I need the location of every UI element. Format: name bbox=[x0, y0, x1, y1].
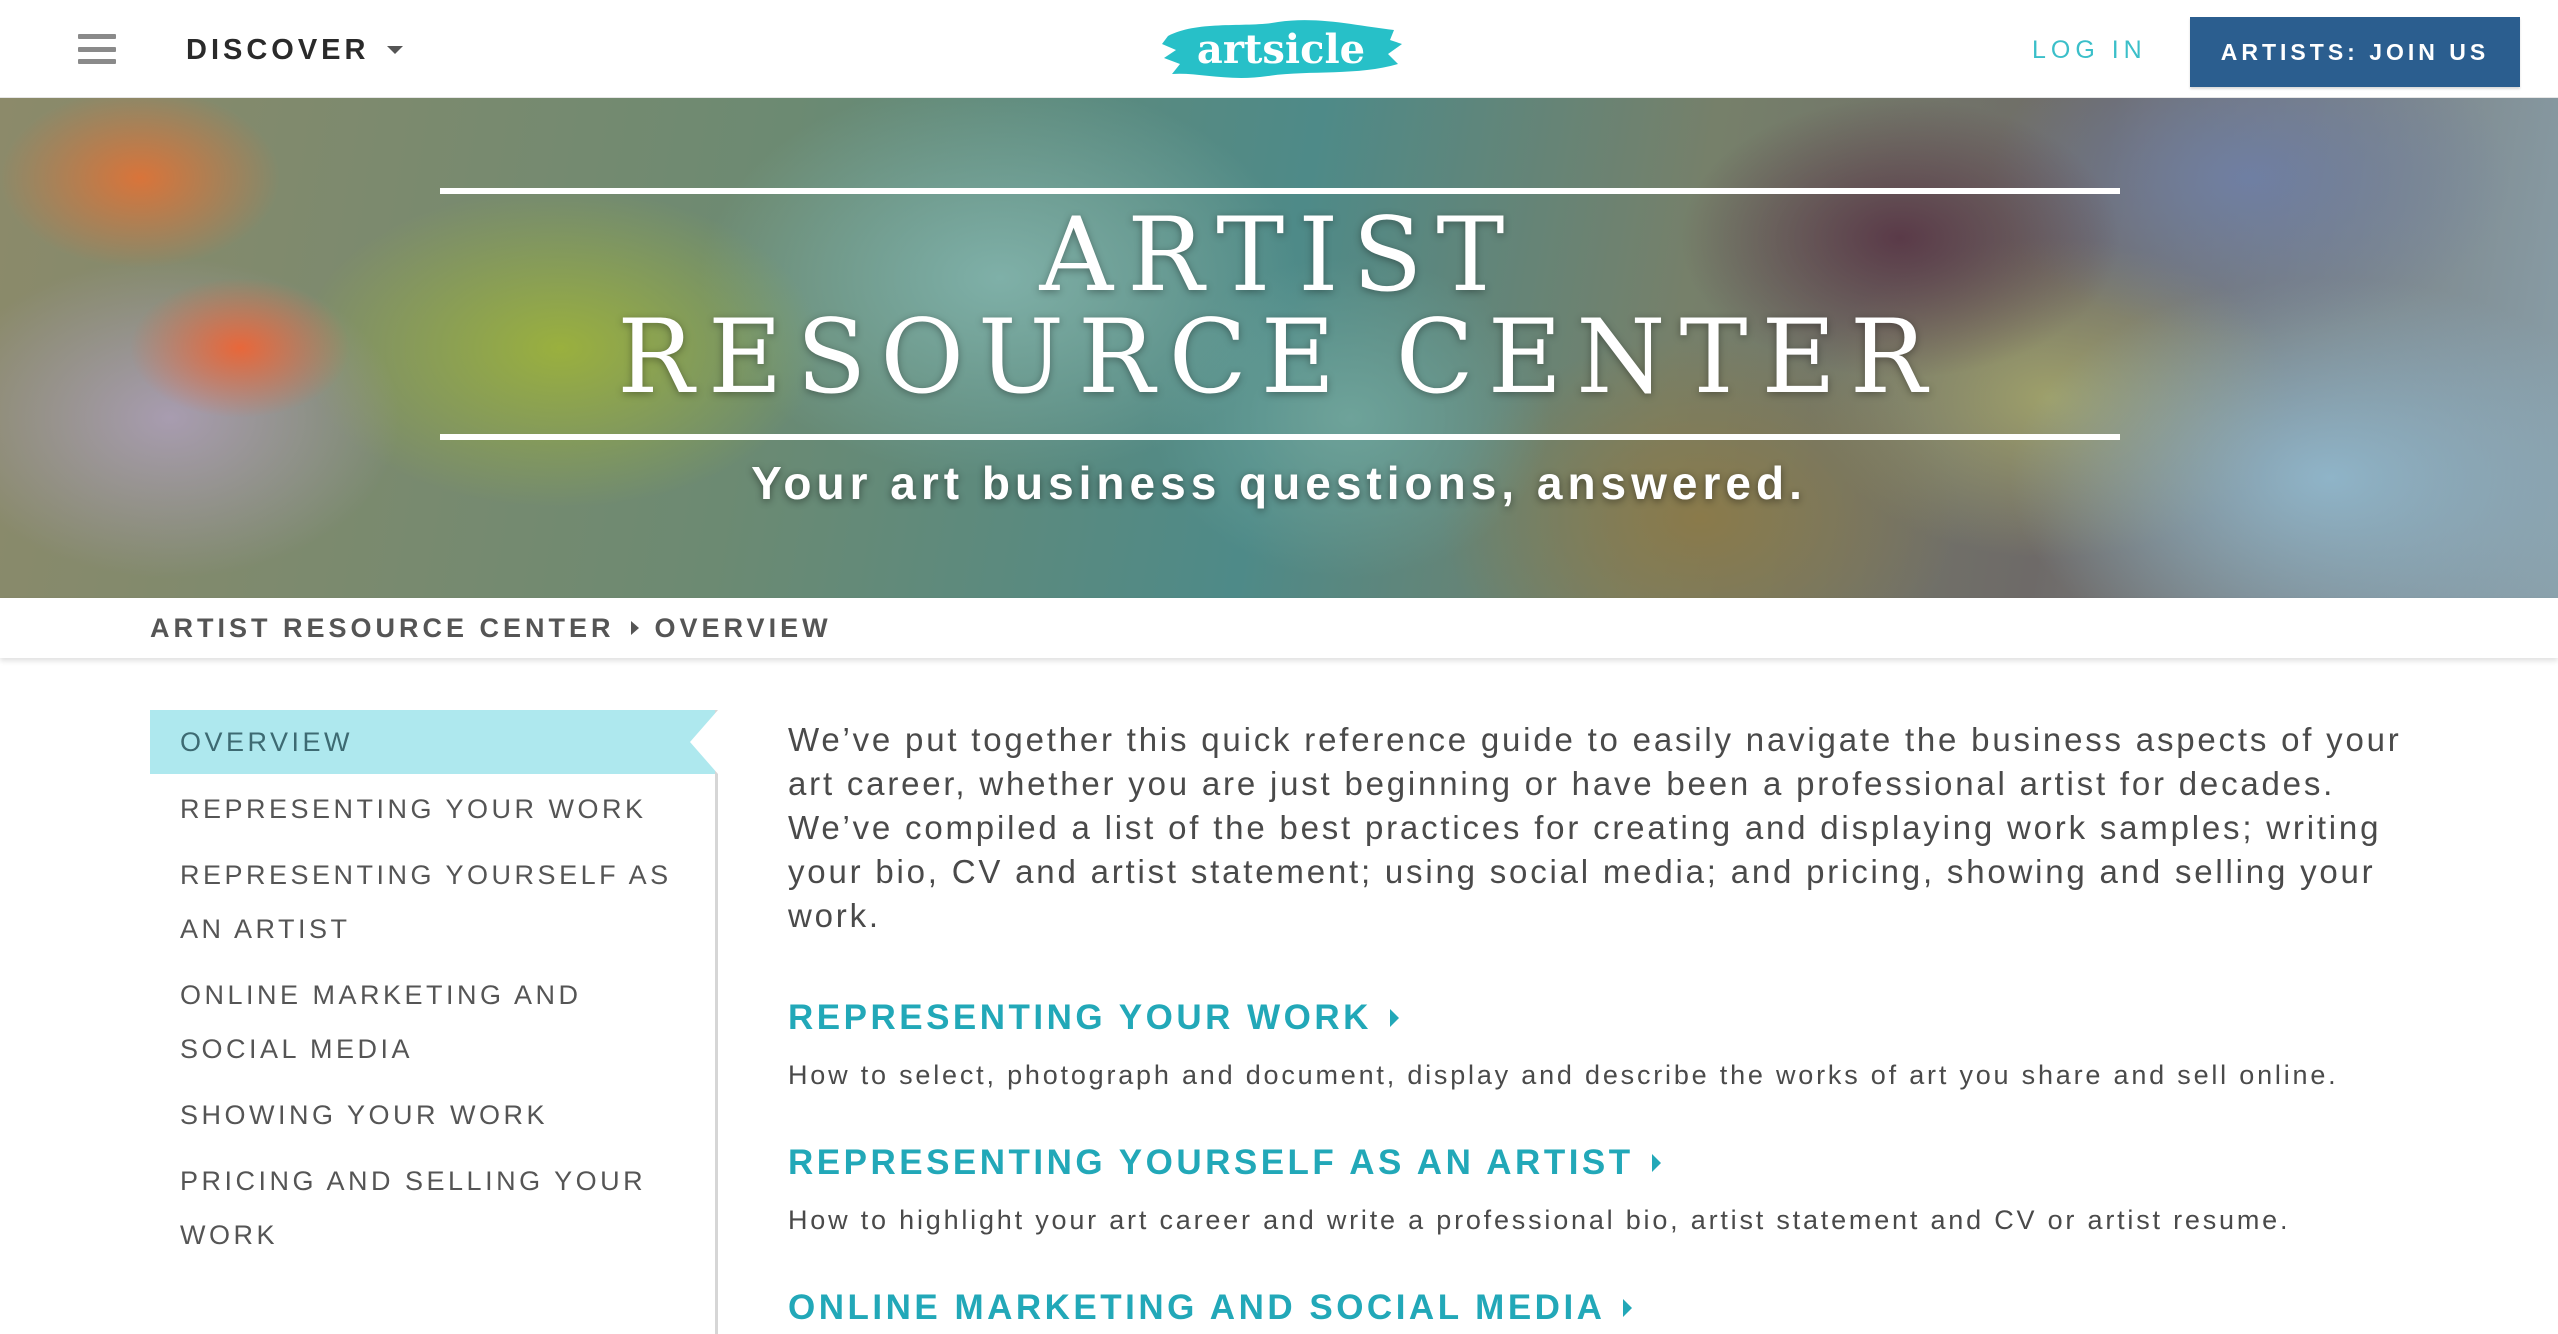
sidebar-item-online-marketing[interactable]: ONLINE MARKETING AND SOCIAL MEDIA bbox=[150, 968, 650, 1076]
top-nav-bar: DISCOVER artsicle LOG IN ARTISTS: JOIN U… bbox=[0, 0, 2558, 98]
hero-top-rule bbox=[440, 188, 2120, 194]
hero-title-line2: RESOURCE CENTER bbox=[617, 298, 1941, 417]
section-link-representing-yourself[interactable]: REPRESENTING YOURSELF AS AN ARTIST bbox=[788, 1143, 2438, 1183]
sidebar-item-pricing-selling[interactable]: PRICING AND SELLING YOUR WORK bbox=[150, 1154, 690, 1262]
hero-title-line1: ARTIST bbox=[1039, 196, 1519, 315]
main-content: We’ve put together this quick reference … bbox=[788, 718, 2438, 1328]
discover-menu[interactable]: DISCOVER bbox=[186, 33, 404, 66]
sidebar-item-overview[interactable]: OVERVIEW bbox=[150, 710, 718, 774]
breadcrumb-current: OVERVIEW bbox=[654, 612, 832, 643]
sidebar-item-representing-yourself[interactable]: REPRESENTING YOURSELF AS AN ARTIST bbox=[150, 848, 710, 956]
chevron-right-icon bbox=[630, 621, 639, 635]
breadcrumb-root[interactable]: ARTIST RESOURCE CENTER bbox=[150, 613, 615, 644]
chevron-right-icon bbox=[1623, 1299, 1633, 1317]
section-title: REPRESENTING YOUR WORK bbox=[788, 998, 1372, 1037]
artsicle-logo[interactable]: artsicle bbox=[1158, 14, 1404, 84]
chevron-down-icon bbox=[387, 46, 404, 54]
chevron-right-icon bbox=[1389, 1009, 1399, 1027]
hero-bottom-rule bbox=[440, 434, 2120, 440]
section-link-representing-your-work[interactable]: REPRESENTING YOUR WORK bbox=[788, 998, 2438, 1038]
sidebar-item-showing-your-work[interactable]: SHOWING YOUR WORK bbox=[150, 1088, 715, 1142]
section-title: REPRESENTING YOURSELF AS AN ARTIST bbox=[788, 1143, 1634, 1182]
section-description: How to select, photograph and document, … bbox=[788, 1060, 2339, 1090]
hamburger-menu-icon[interactable] bbox=[78, 34, 116, 64]
resource-sidebar: OVERVIEW REPRESENTING YOUR WORK REPRESEN… bbox=[150, 710, 718, 1334]
breadcrumb: ARTIST RESOURCE CENTER OVERVIEW bbox=[0, 598, 2558, 658]
discover-label: DISCOVER bbox=[186, 33, 370, 66]
section-title: ONLINE MARKETING AND SOCIAL MEDIA bbox=[788, 1288, 1606, 1327]
sidebar-item-representing-your-work[interactable]: REPRESENTING YOUR WORK bbox=[150, 782, 715, 836]
login-link[interactable]: LOG IN bbox=[2032, 36, 2147, 65]
intro-paragraph: We’ve put together this quick reference … bbox=[788, 721, 2402, 934]
hero-banner: ARTIST RESOURCE CENTER Your art business… bbox=[0, 98, 2558, 598]
artists-join-button[interactable]: ARTISTS: JOIN US bbox=[2190, 17, 2520, 87]
section-description: How to highlight your art career and wri… bbox=[788, 1205, 2291, 1235]
section-link-online-marketing[interactable]: ONLINE MARKETING AND SOCIAL MEDIA bbox=[788, 1288, 2438, 1328]
chevron-right-icon bbox=[1651, 1154, 1661, 1172]
logo-text: artsicle bbox=[1196, 25, 1366, 73]
hero-subtitle: Your art business questions, answered. bbox=[751, 457, 1807, 509]
